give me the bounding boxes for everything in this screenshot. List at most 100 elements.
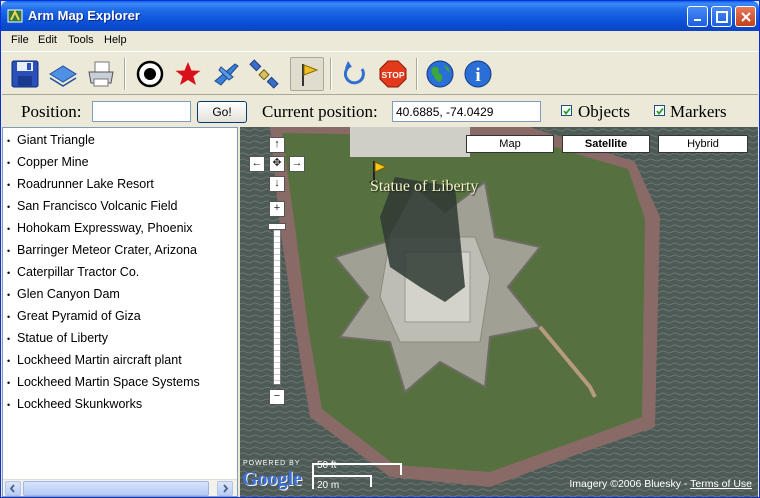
satellite-map[interactable]: Map Satellite Hybrid ↑ ← ✥ → ↓ + − Statu…	[240, 127, 758, 497]
star-button[interactable]	[171, 57, 205, 91]
list-item[interactable]: • Lockheed Skunkworks	[7, 397, 142, 411]
list-item[interactable]: • San Francisco Volcanic Field	[7, 199, 178, 213]
horizontal-scrollbar[interactable]	[3, 479, 237, 496]
globe-button[interactable]	[423, 57, 457, 91]
zoom-slider[interactable]	[273, 227, 281, 385]
bullet-icon: •	[7, 201, 11, 212]
scroll-right-button[interactable]	[217, 481, 233, 496]
scroll-thumb[interactable]	[23, 481, 209, 496]
list-item-label: Roadrunner Lake Resort	[17, 177, 154, 191]
list-item[interactable]: • Roadrunner Lake Resort	[7, 177, 154, 191]
menu-help[interactable]: Help	[104, 34, 127, 46]
target-icon	[136, 60, 164, 88]
map-type-map-button[interactable]: Map	[466, 135, 554, 153]
menu-bar: File Edit Tools Help	[2, 31, 758, 50]
zoom-in-button[interactable]: +	[269, 201, 285, 217]
satellite-icon	[249, 59, 279, 89]
maximize-button[interactable]	[711, 6, 732, 27]
list-item[interactable]: • Great Pyramid of Giza	[7, 309, 141, 323]
save-button[interactable]	[8, 57, 42, 91]
flag-icon	[302, 64, 319, 86]
airplane-button[interactable]	[209, 57, 243, 91]
scroll-left-button[interactable]	[5, 481, 21, 496]
objects-checkbox[interactable]	[561, 105, 572, 116]
airplane-icon	[214, 63, 239, 86]
list-item[interactable]: • Lockheed Martin Space Systems	[7, 375, 200, 389]
chevron-right-icon	[223, 484, 229, 493]
stop-icon: STOP	[379, 60, 407, 88]
map-type-hybrid-button[interactable]: Hybrid	[658, 135, 748, 153]
menu-file[interactable]: File	[11, 34, 29, 46]
list-item[interactable]: • Lockheed Martin aircraft plant	[7, 353, 182, 367]
save-icon	[11, 60, 39, 88]
stop-label: STOP	[382, 70, 405, 80]
info-button[interactable]: i	[461, 57, 495, 91]
bullet-icon: •	[7, 157, 11, 168]
terms-of-use-link[interactable]: Terms of Use	[690, 478, 752, 490]
menu-tools[interactable]: Tools	[68, 34, 94, 46]
star-icon	[175, 62, 201, 85]
position-input[interactable]	[92, 101, 191, 122]
info-icon: i	[464, 60, 492, 88]
bullet-icon: •	[7, 377, 11, 388]
zoom-out-button[interactable]: −	[269, 389, 285, 405]
satellite-button[interactable]	[247, 57, 281, 91]
app-window: Arm Map Explorer File Edit Tools Help ST…	[0, 0, 760, 498]
list-item-label: Glen Canyon Dam	[17, 287, 120, 301]
toolbar-separator	[124, 58, 126, 90]
list-item[interactable]: • Statue of Liberty	[7, 331, 108, 345]
close-icon	[741, 12, 751, 22]
current-position-field[interactable]	[392, 101, 541, 122]
position-label: Position:	[21, 102, 82, 121]
bullet-icon: •	[7, 267, 11, 278]
check-icon	[563, 107, 571, 115]
google-logo: Google	[242, 468, 302, 490]
list-item[interactable]: • Giant Triangle	[7, 133, 95, 147]
menu-edit[interactable]: Edit	[38, 34, 57, 46]
toolbar-separator	[330, 58, 332, 90]
close-button[interactable]	[735, 6, 756, 27]
refresh-button[interactable]	[338, 57, 372, 91]
list-item[interactable]: • Hohokam Expressway, Phoenix	[7, 221, 193, 235]
list-item[interactable]: • Caterpillar Tractor Co.	[7, 265, 139, 279]
go-button[interactable]: Go!	[197, 101, 247, 123]
list-item-label: Lockheed Martin Space Systems	[17, 375, 200, 389]
map-type-satellite-button[interactable]: Satellite	[562, 135, 650, 153]
imagery-credit: Imagery ©2006 Bluesky - Terms of Use	[569, 478, 752, 490]
print-button[interactable]	[84, 57, 118, 91]
pan-center-button[interactable]: ✥	[269, 156, 285, 172]
check-icon	[656, 107, 664, 115]
list-item-label: Statue of Liberty	[17, 331, 109, 345]
layers-button[interactable]	[46, 57, 80, 91]
bullet-icon: •	[7, 399, 11, 410]
list-item[interactable]: • Copper Mine	[7, 155, 89, 169]
bullet-icon: •	[7, 311, 11, 322]
list-item[interactable]: • Barringer Meteor Crater, Arizona	[7, 243, 197, 257]
list-item-label: Great Pyramid of Giza	[17, 309, 141, 323]
toolbar-separator	[416, 58, 418, 90]
target-button[interactable]	[133, 57, 167, 91]
print-icon	[88, 61, 114, 87]
zoom-slider-thumb[interactable]	[268, 223, 286, 230]
window-title: Arm Map Explorer	[28, 8, 140, 23]
markers-checkbox[interactable]	[654, 105, 665, 116]
flag-button[interactable]	[290, 57, 324, 91]
bullet-icon: •	[7, 223, 11, 234]
stop-button[interactable]: STOP	[376, 57, 410, 91]
title-bar: Arm Map Explorer	[1, 1, 759, 31]
pan-right-button[interactable]: →	[289, 156, 305, 172]
objects-label: Objects	[578, 102, 630, 121]
bullet-icon: •	[7, 245, 11, 256]
chevron-left-icon	[9, 484, 15, 493]
pan-up-button[interactable]: ↑	[269, 137, 285, 153]
markers-label: Markers	[670, 102, 727, 121]
pan-down-button[interactable]: ↓	[269, 176, 285, 192]
list-item-label: Lockheed Skunkworks	[17, 397, 143, 411]
position-bar: Position: Go! Current position: Objects …	[2, 96, 758, 126]
minimize-button[interactable]	[687, 6, 708, 27]
bullet-icon: •	[7, 135, 11, 146]
list-item[interactable]: • Glen Canyon Dam	[7, 287, 120, 301]
pan-left-button[interactable]: ←	[249, 156, 265, 172]
list-item-label: Caterpillar Tractor Co.	[17, 265, 140, 279]
list-item-label: Hohokam Expressway, Phoenix	[17, 221, 193, 235]
